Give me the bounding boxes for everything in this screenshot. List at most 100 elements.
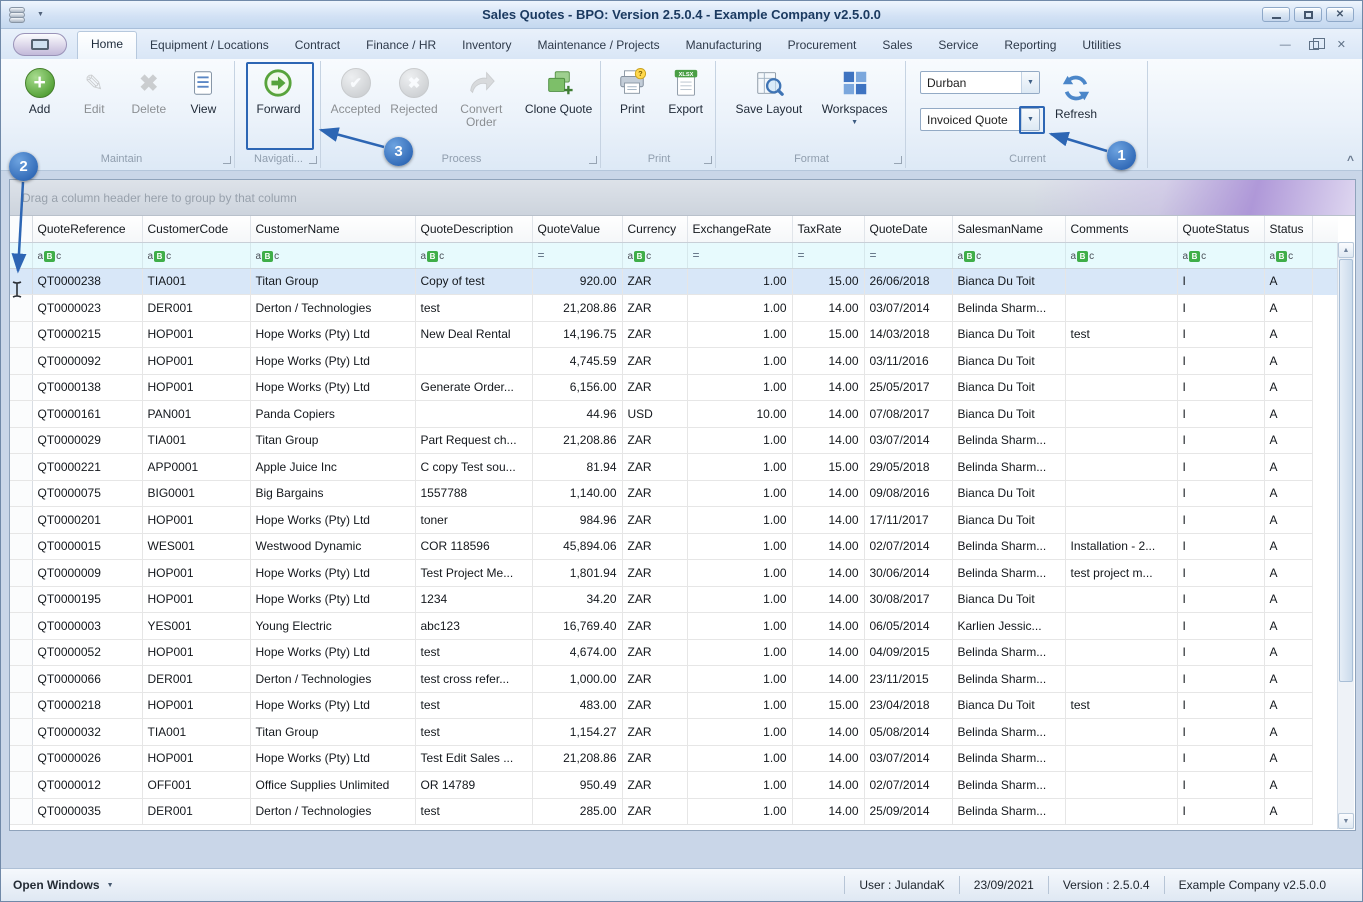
tab-service[interactable]: Service	[925, 32, 991, 59]
scroll-up-icon[interactable]: ▲	[1338, 242, 1354, 258]
filter-cell-customercode[interactable]: aBc	[142, 242, 250, 268]
cell-customername[interactable]: Titan Group	[250, 268, 415, 295]
cell-quotereference[interactable]: QT0000201	[32, 507, 142, 534]
cell-salesmanname[interactable]: Bianca Du Toit	[952, 374, 1065, 401]
row-indicator[interactable]	[10, 586, 32, 613]
cell-quotestatus[interactable]: I	[1177, 268, 1264, 295]
cell-status[interactable]: A	[1264, 533, 1312, 560]
quote-row-QT0000161[interactable]: QT0000161PAN001Panda Copiers44.96USD10.0…	[10, 401, 1338, 428]
cell-exchangerate[interactable]: 1.00	[687, 719, 792, 746]
cell-status[interactable]: A	[1264, 639, 1312, 666]
cell-quotedate[interactable]: 25/05/2017	[864, 374, 952, 401]
cell-quotestatus[interactable]: I	[1177, 454, 1264, 481]
cell-quotevalue[interactable]: 44.96	[532, 401, 622, 428]
cell-status[interactable]: A	[1264, 692, 1312, 719]
cell-taxrate[interactable]: 14.00	[792, 533, 864, 560]
cell-customercode[interactable]: OFF001	[142, 772, 250, 799]
cell-customercode[interactable]: HOP001	[142, 639, 250, 666]
add-button[interactable]: +Add	[14, 63, 66, 149]
cell-customercode[interactable]: TIA001	[142, 268, 250, 295]
group-launcher-icon[interactable]	[894, 156, 902, 164]
tab-manufacturing[interactable]: Manufacturing	[673, 32, 775, 59]
cell-quotedate[interactable]: 29/05/2018	[864, 454, 952, 481]
cell-exchangerate[interactable]: 1.00	[687, 745, 792, 772]
cell-status[interactable]: A	[1264, 268, 1312, 295]
cell-quotestatus[interactable]: I	[1177, 374, 1264, 401]
cell-comments[interactable]	[1065, 295, 1177, 322]
quick-access-dropdown-icon[interactable]: ▼	[37, 11, 44, 18]
cell-quotedate[interactable]: 03/11/2016	[864, 348, 952, 375]
cell-customercode[interactable]: APP0001	[142, 454, 250, 481]
tab-finance-hr[interactable]: Finance / HR	[353, 32, 449, 59]
cell-currency[interactable]: ZAR	[622, 295, 687, 322]
cell-quotestatus[interactable]: I	[1177, 666, 1264, 693]
column-header-quotestatus[interactable]: QuoteStatus	[1177, 216, 1264, 242]
cell-quotedescription[interactable]: test	[415, 719, 532, 746]
cell-salesmanname[interactable]: Belinda Sharm...	[952, 454, 1065, 481]
cell-quotereference[interactable]: QT0000012	[32, 772, 142, 799]
cell-customername[interactable]: Young Electric	[250, 613, 415, 640]
cell-currency[interactable]: ZAR	[622, 533, 687, 560]
cell-quotereference[interactable]: QT0000161	[32, 401, 142, 428]
cell-customername[interactable]: Hope Works (Pty) Ltd	[250, 692, 415, 719]
filter-cell-currency[interactable]: aBc	[622, 242, 687, 268]
row-indicator[interactable]	[10, 454, 32, 481]
cell-quotereference[interactable]: QT0000238	[32, 268, 142, 295]
cell-quotestatus[interactable]: I	[1177, 798, 1264, 825]
cell-exchangerate[interactable]: 10.00	[687, 401, 792, 428]
cell-customercode[interactable]: HOP001	[142, 507, 250, 534]
cell-taxrate[interactable]: 14.00	[792, 745, 864, 772]
column-header-status[interactable]: Status	[1264, 216, 1312, 242]
cell-quotedescription[interactable]: toner	[415, 507, 532, 534]
cell-exchangerate[interactable]: 1.00	[687, 454, 792, 481]
ribbon-collapse-icon[interactable]: ^	[1347, 153, 1354, 167]
cell-quotestatus[interactable]: I	[1177, 692, 1264, 719]
cell-quotedescription[interactable]: Test Project Me...	[415, 560, 532, 587]
cell-currency[interactable]: ZAR	[622, 374, 687, 401]
cell-quotedate[interactable]: 30/08/2017	[864, 586, 952, 613]
site-combobox[interactable]: Durban ▼	[920, 71, 1040, 94]
row-indicator[interactable]	[10, 507, 32, 534]
cell-exchangerate[interactable]: 1.00	[687, 586, 792, 613]
cell-quotestatus[interactable]: I	[1177, 639, 1264, 666]
cell-taxrate[interactable]: 14.00	[792, 613, 864, 640]
cell-customername[interactable]: Hope Works (Pty) Ltd	[250, 321, 415, 348]
cell-customercode[interactable]: WES001	[142, 533, 250, 560]
cell-quotestatus[interactable]: I	[1177, 348, 1264, 375]
cell-comments[interactable]	[1065, 666, 1177, 693]
cell-exchangerate[interactable]: 1.00	[687, 348, 792, 375]
cell-quotedate[interactable]: 30/06/2014	[864, 560, 952, 587]
cell-status[interactable]: A	[1264, 798, 1312, 825]
cell-quotereference[interactable]: QT0000218	[32, 692, 142, 719]
row-indicator[interactable]	[10, 401, 32, 428]
minimize-button[interactable]	[1262, 7, 1290, 22]
cell-exchangerate[interactable]: 1.00	[687, 613, 792, 640]
cell-quotedate[interactable]: 04/09/2015	[864, 639, 952, 666]
cell-salesmanname[interactable]: Bianca Du Toit	[952, 268, 1065, 295]
column-header-currency[interactable]: Currency	[622, 216, 687, 242]
cell-currency[interactable]: ZAR	[622, 427, 687, 454]
cell-salesmanname[interactable]: Bianca Du Toit	[952, 692, 1065, 719]
cell-taxrate[interactable]: 14.00	[792, 374, 864, 401]
cell-quotedescription[interactable]: Test Edit Sales ...	[415, 745, 532, 772]
cell-customercode[interactable]: HOP001	[142, 374, 250, 401]
cell-taxrate[interactable]: 14.00	[792, 401, 864, 428]
row-indicator[interactable]	[10, 798, 32, 825]
cell-quotevalue[interactable]: 950.49	[532, 772, 622, 799]
cell-status[interactable]: A	[1264, 560, 1312, 587]
row-indicator[interactable]	[10, 745, 32, 772]
cell-comments[interactable]	[1065, 639, 1177, 666]
mdi-restore-icon[interactable]	[1309, 41, 1319, 50]
cell-currency[interactable]: ZAR	[622, 454, 687, 481]
application-button[interactable]	[13, 33, 67, 56]
quote-row-QT0000009[interactable]: QT0000009HOP001Hope Works (Pty) LtdTest …	[10, 560, 1338, 587]
print-button[interactable]: ?Print	[606, 63, 658, 149]
cell-quotedate[interactable]: 06/05/2014	[864, 613, 952, 640]
cell-customercode[interactable]: HOP001	[142, 321, 250, 348]
cell-quotestatus[interactable]: I	[1177, 401, 1264, 428]
cell-quotereference[interactable]: QT0000138	[32, 374, 142, 401]
cell-salesmanname[interactable]: Belinda Sharm...	[952, 745, 1065, 772]
cell-quotereference[interactable]: QT0000015	[32, 533, 142, 560]
filter-cell-status[interactable]: aBc	[1264, 242, 1312, 268]
cell-customername[interactable]: Hope Works (Pty) Ltd	[250, 348, 415, 375]
